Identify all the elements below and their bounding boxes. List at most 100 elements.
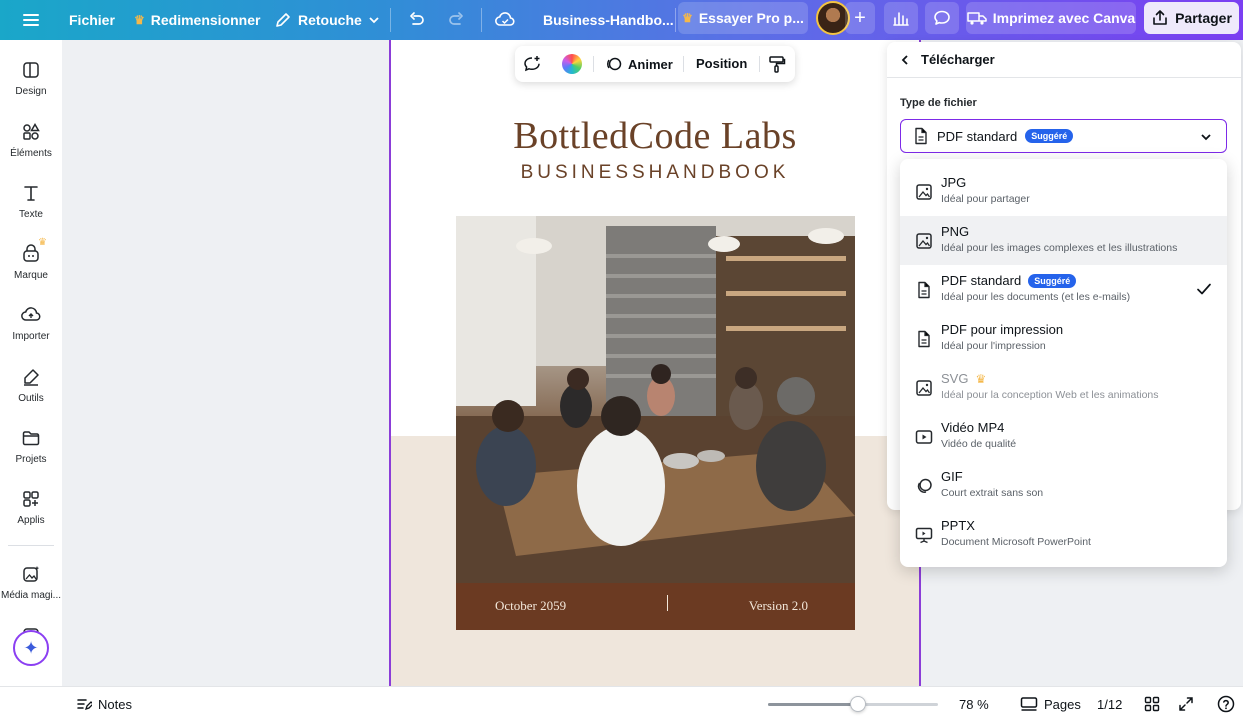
file-menu[interactable]: Fichier	[69, 0, 115, 40]
resize-button[interactable]: ♛ Redimensionner	[134, 0, 260, 40]
sidebar-item-apps[interactable]: Applis	[0, 489, 62, 526]
notes-icon	[77, 699, 92, 711]
edit-label: Retouche	[298, 12, 362, 28]
cloud-save-button[interactable]	[495, 0, 515, 40]
undo-icon	[410, 12, 424, 25]
sidebar-item-label: Importer	[12, 331, 50, 342]
option-gif[interactable]: GIF Court extrait sans son	[900, 461, 1227, 510]
share-button[interactable]: Partager	[1144, 2, 1239, 34]
paint-roller-icon	[769, 56, 786, 73]
animate-label: Animer	[628, 56, 673, 72]
color-picker-button[interactable]	[562, 54, 582, 74]
sidebar-item-text[interactable]: Texte	[0, 183, 62, 220]
share-label: Partager	[1175, 10, 1232, 26]
cover-footer[interactable]: October 2059 Version 2.0	[456, 583, 855, 630]
option-name: GIF	[941, 469, 963, 484]
grid-view-button[interactable]	[1144, 687, 1160, 720]
option-pdf-standard[interactable]: PDF standard Suggéré Idéal pour les docum…	[900, 265, 1227, 314]
option-name: JPG	[941, 175, 967, 190]
design-page[interactable]: BottledCode Labs BUSINESSHANDBOOK Octobe…	[389, 40, 921, 686]
zoom-slider-handle[interactable]	[850, 696, 866, 712]
comment-icon	[934, 10, 950, 25]
option-jpg[interactable]: JPG Idéal pour partager	[900, 167, 1227, 216]
zoom-slider[interactable]	[768, 696, 938, 712]
tools-icon	[24, 369, 39, 386]
menu-button[interactable]	[22, 0, 40, 40]
option-name: Vidéo MP4	[941, 420, 1005, 435]
copy-style-button[interactable]	[768, 55, 786, 76]
file-type-select[interactable]: PDF standard Suggéré	[900, 119, 1227, 153]
add-collaborator-button[interactable]: +	[845, 2, 875, 34]
panel-header: Télécharger	[887, 42, 1241, 78]
insights-button[interactable]	[884, 2, 918, 34]
option-desc: Court extrait sans son	[941, 487, 1044, 499]
magic-assistant-button[interactable]: ✦	[13, 630, 49, 666]
divider	[675, 8, 676, 32]
cover-photo[interactable]	[456, 216, 855, 584]
floating-toolbar: Animer Position	[515, 46, 795, 82]
sidebar-item-projects[interactable]: Projets	[0, 428, 62, 465]
sidebar-item-tools[interactable]: Outils	[0, 367, 62, 404]
sparkle-icon: ✦	[23, 637, 39, 658]
page-indicator[interactable]: 1/12	[1097, 687, 1122, 720]
sidebar-item-label: Projets	[15, 454, 47, 465]
comments-button[interactable]	[925, 2, 959, 34]
try-pro-button[interactable]: ♛ Essayer Pro p...	[678, 2, 808, 34]
redo-button[interactable]	[447, 0, 465, 40]
position-button[interactable]: Position	[696, 56, 747, 71]
sidebar-item-design[interactable]: Design	[0, 60, 62, 97]
pencil-icon	[276, 13, 290, 27]
add-comment-button[interactable]	[523, 55, 541, 76]
option-png[interactable]: PNG Idéal pour les images complexes et l…	[900, 216, 1227, 265]
document-icon	[918, 330, 930, 348]
sidebar-item-label: Design	[15, 86, 47, 97]
try-pro-label: Essayer Pro p...	[698, 10, 804, 26]
edit-button[interactable]: Retouche	[274, 0, 380, 40]
document-icon	[915, 127, 927, 145]
print-with-canva-button[interactable]: Imprimez avec Canva	[966, 2, 1136, 34]
pages-label: Pages	[1044, 696, 1081, 712]
pages-button[interactable]: Pages	[1020, 687, 1081, 720]
sidebar-item-magic-media[interactable]: Média magi...	[0, 564, 62, 601]
zoom-value[interactable]: 78 %	[959, 687, 989, 720]
brand-title[interactable]: BottledCode Labs	[391, 114, 919, 158]
sidebar-item-elements[interactable]: Éléments	[0, 122, 62, 159]
fullscreen-button[interactable]	[1178, 687, 1194, 720]
option-svg[interactable]: SVG ♛ Idéal pour la conception Web et les…	[900, 363, 1227, 412]
option-pdf-print[interactable]: PDF pour impression Idéal pour l'impress…	[900, 314, 1227, 363]
magic-media-icon	[23, 566, 40, 582]
image-icon	[916, 380, 932, 396]
divider	[390, 8, 391, 32]
zoom-slider-fill	[768, 703, 858, 706]
animate-button[interactable]: Animer	[605, 55, 673, 73]
option-desc: Idéal pour l'impression	[941, 340, 1046, 352]
option-desc: Idéal pour la conception Web et les anim…	[941, 389, 1159, 401]
bottom-bar: Notes 78 % Pages 1/12	[0, 686, 1243, 720]
design-icon	[23, 62, 39, 78]
option-name: PPTX	[941, 518, 975, 533]
option-mp4-video[interactable]: Vidéo MP4 Vidéo de qualité	[900, 412, 1227, 461]
document-title[interactable]: Business-Handbo...	[543, 0, 674, 40]
file-type-label: Type de fichier	[900, 97, 977, 109]
redo-icon	[449, 12, 463, 25]
sidebar-item-label: Outils	[18, 393, 44, 404]
notes-button[interactable]: Notes	[76, 687, 132, 720]
crown-icon: ♛	[682, 11, 693, 25]
grid-icon	[1144, 696, 1160, 712]
file-type-dropdown: JPG Idéal pour partager PNG Idéal pour l…	[900, 159, 1227, 567]
chevron-left-icon[interactable]	[899, 54, 911, 66]
help-button[interactable]	[1217, 687, 1235, 720]
print-label: Imprimez avec Canva	[992, 10, 1136, 26]
divider	[759, 56, 760, 72]
apps-icon	[23, 491, 39, 507]
option-pptx[interactable]: PPTX Document Microsoft PowerPoint	[900, 510, 1227, 559]
sidebar-item-brand[interactable]: Marque	[0, 244, 62, 281]
image-icon	[916, 233, 932, 249]
divider	[481, 8, 482, 32]
brand-subtitle[interactable]: BUSINESSHANDBOOK	[391, 162, 919, 184]
undo-button[interactable]	[408, 0, 426, 40]
sidebar-item-upload[interactable]: Importer	[0, 305, 62, 342]
upload-icon	[21, 307, 41, 321]
sidebar-item-label: Texte	[19, 209, 43, 220]
notes-label: Notes	[98, 696, 132, 712]
